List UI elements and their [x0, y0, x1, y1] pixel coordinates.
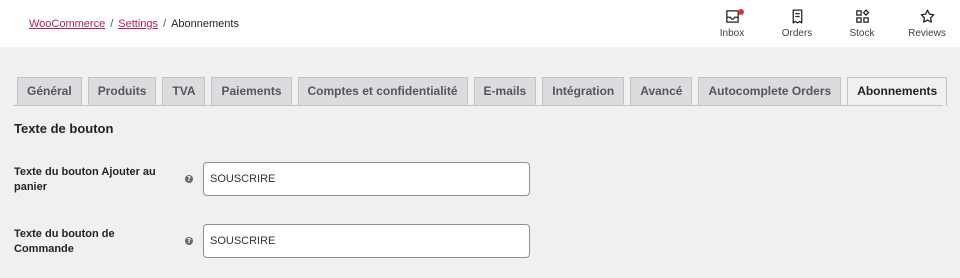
- orders-icon: [792, 9, 802, 24]
- orders-label: Orders: [781, 28, 813, 39]
- reviews-button[interactable]: Reviews: [899, 8, 955, 42]
- stock-button[interactable]: Stock: [834, 8, 890, 42]
- tab-autocomplete-orders[interactable]: Autocomplete Orders: [698, 77, 842, 105]
- inbox-button[interactable]: Inbox: [704, 8, 760, 42]
- tab-integration[interactable]: Intégration: [542, 77, 625, 105]
- star-icon: [920, 9, 934, 23]
- settings-tabs: Général Produits TVA Paiements Comptes e…: [17, 77, 948, 106]
- add-to-cart-text-input[interactable]: [203, 162, 530, 196]
- help-icon[interactable]: ?: [185, 237, 193, 245]
- stock-label: Stock: [849, 28, 875, 39]
- add-to-cart-text-label: Texte du bouton Ajouter au panier: [14, 166, 156, 193]
- breadcrumb-woocommerce-link[interactable]: WooCommerce: [29, 18, 105, 30]
- tab-general[interactable]: Général: [17, 77, 82, 105]
- tab-paiements[interactable]: Paiements: [211, 77, 292, 105]
- top-header: WooCommerce / Settings / Abonnements Inbox O…: [0, 0, 960, 47]
- tab-comptes[interactable]: Comptes et confidentialité: [297, 77, 468, 105]
- order-button-text-input[interactable]: [203, 224, 530, 258]
- breadcrumb-separator: /: [163, 18, 167, 30]
- stock-icon: [855, 9, 869, 23]
- tab-avance[interactable]: Avancé: [630, 77, 693, 105]
- breadcrumb-settings-link[interactable]: Settings: [118, 18, 158, 30]
- tabs-divider: [13, 105, 943, 106]
- tab-produits[interactable]: Produits: [87, 77, 157, 105]
- tab-abonnements[interactable]: Abonnements: [847, 77, 948, 106]
- breadcrumb-current: Abonnements: [171, 18, 239, 30]
- orders-button[interactable]: Orders: [769, 8, 825, 42]
- inbox-label: Inbox: [719, 28, 745, 39]
- order-button-text-label: Texte du bouton de Commande: [14, 228, 115, 255]
- breadcrumb: WooCommerce / Settings / Abonnements: [29, 17, 239, 31]
- section-title: Texte de bouton: [14, 121, 114, 136]
- tab-tva[interactable]: TVA: [162, 77, 206, 105]
- breadcrumb-separator: /: [110, 18, 114, 30]
- inbox-notification-badge: [738, 9, 744, 15]
- help-icon[interactable]: ?: [185, 175, 193, 183]
- reviews-label: Reviews: [908, 28, 946, 39]
- tab-emails[interactable]: E-mails: [473, 77, 537, 105]
